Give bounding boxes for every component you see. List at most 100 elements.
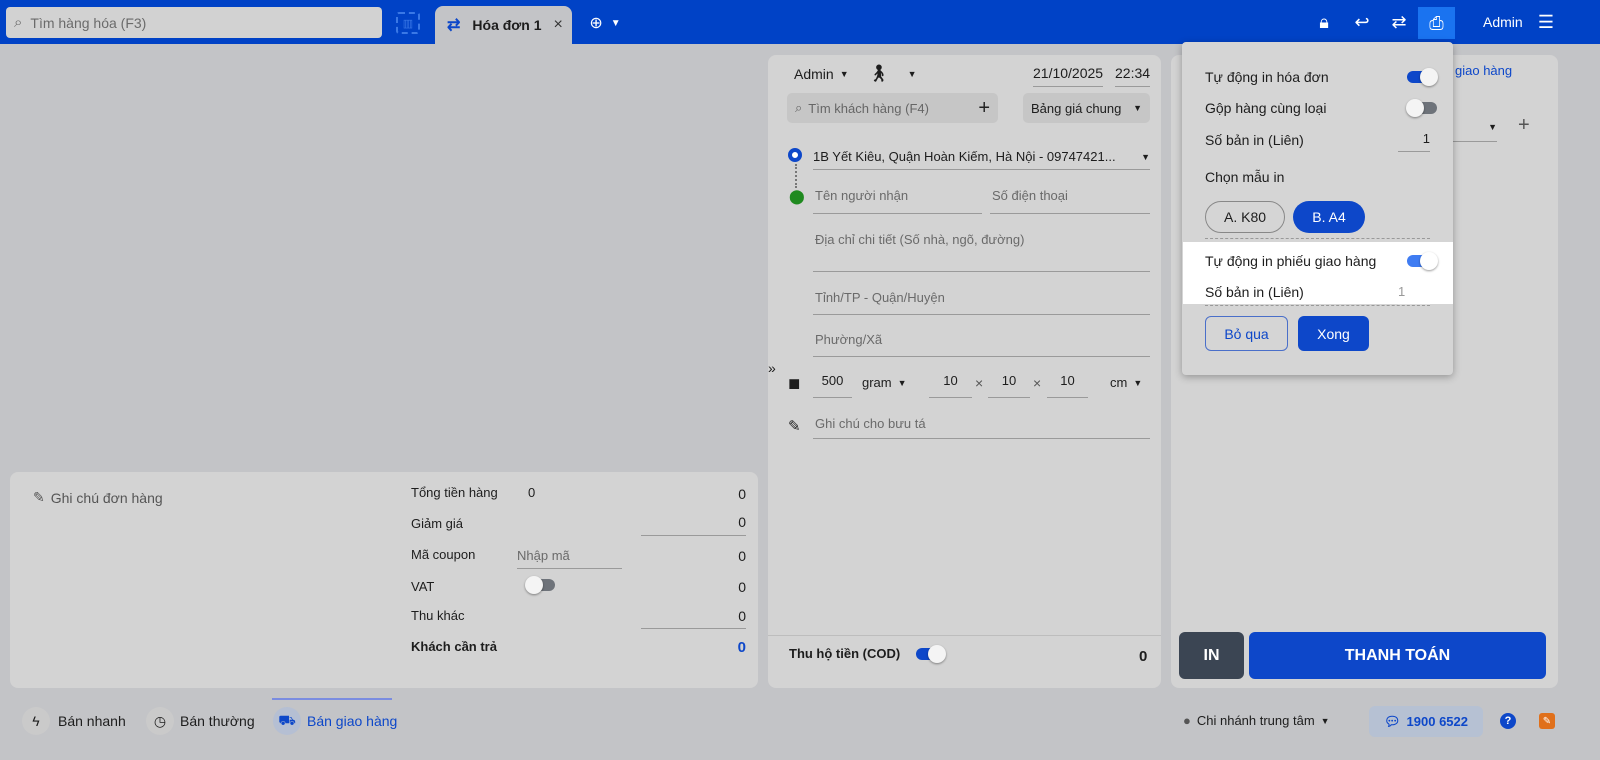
auto-print-delivery-toggle[interactable] [1407, 252, 1438, 270]
chevron-down-icon: ▼ [1133, 377, 1143, 388]
origin-dot-icon [788, 148, 802, 162]
time-field[interactable]: 22:34 [1115, 65, 1151, 87]
add-tab-button[interactable]: ⊕ ▼ [585, 12, 625, 34]
vat-toggle[interactable] [525, 576, 555, 594]
chevron-down-icon: ▼ [1320, 715, 1330, 726]
search-icon: ⌕ [795, 100, 803, 115]
clock-icon: ◷ [146, 707, 174, 735]
price-list-select[interactable]: Bảng giá chung ▼ [1023, 93, 1150, 123]
bag-icon[interactable]: 🔒︎ [1312, 10, 1336, 34]
auto-print-delivery-label: Tự động in phiếu giao hàng [1205, 253, 1377, 269]
vat-value: 0 [738, 579, 746, 595]
tab-invoice-1[interactable]: ⇄ Hóa đơn 1 × [435, 6, 572, 44]
discount-label: Giảm giá [411, 516, 464, 531]
courier-note-input[interactable]: Ghi chú cho bưu tá [813, 416, 1150, 439]
lightning-icon: ϟ [22, 707, 50, 735]
chevron-down-icon: ▼ [610, 17, 621, 29]
barcode-scan-icon[interactable]: ▥ [396, 12, 420, 34]
delivery-copies-label: Số bản in (Liên) [1205, 284, 1304, 300]
delivery-copies-input[interactable]: 1 [1398, 284, 1430, 305]
width-input[interactable]: 10 [988, 373, 1030, 398]
map-pin-icon: ⬤ [789, 188, 805, 204]
vat-label: VAT [411, 579, 435, 594]
product-search-input[interactable]: ⌕ Tìm hàng hóa (F3) [6, 7, 382, 38]
cod-value: 0 [1139, 648, 1148, 665]
other-fee-label: Thu khác [411, 608, 465, 623]
route-line [795, 164, 797, 188]
search-icon: ⌕ [14, 14, 23, 31]
cancel-button[interactable]: Bỏ qua [1205, 316, 1288, 351]
delivery-sale-button[interactable]: ⛟ Bán giao hàng [273, 707, 397, 735]
delivery-partner-link[interactable]: giao hàng [1455, 63, 1512, 78]
times-sign: × [975, 375, 984, 391]
pencil-icon: ✎ [33, 489, 45, 505]
sender-address-select[interactable]: 1B Yết Kiêu, Quận Hoàn Kiếm, Hà Nội - 09… [813, 144, 1150, 170]
height-input[interactable]: 10 [1047, 373, 1088, 398]
add-partner-icon[interactable]: + [1518, 114, 1530, 137]
sale-channel-select[interactable]: 🚶︎ ▼ [868, 64, 917, 84]
chat-icon: 💬︎ [1384, 713, 1401, 729]
branch-select[interactable]: ● Chi nhánh trung tâm ▼ [1183, 713, 1330, 728]
customer-search-input[interactable]: ⌕ Tìm khách hàng (F4) + [787, 93, 998, 123]
recipient-name-input[interactable]: Tên người nhận [813, 188, 982, 214]
print-icon[interactable]: ⎙ [1418, 7, 1455, 39]
quick-sale-button[interactable]: ϟ Bán nhanh [22, 707, 126, 735]
weight-input[interactable]: 500 [813, 373, 852, 398]
dimension-unit-select[interactable]: cm ▼ [1110, 375, 1142, 390]
ward-input[interactable]: Phường/Xã [813, 332, 1150, 357]
chevron-down-icon: ▼ [897, 377, 907, 388]
amount-due-value: 0 [737, 639, 746, 656]
province-input[interactable]: Tỉnh/TP - Quận/Huyện [813, 290, 1150, 315]
date-field[interactable]: 21/10/2025 [1033, 65, 1104, 87]
merge-items-toggle[interactable] [1406, 99, 1437, 117]
print-button[interactable]: IN [1179, 632, 1244, 679]
cod-toggle[interactable] [916, 645, 946, 663]
help-icon[interactable]: ? [1500, 713, 1516, 729]
weight-unit-select[interactable]: gram ▼ [862, 375, 907, 390]
hotline-button[interactable]: 💬︎ 1900 6522 [1369, 706, 1483, 737]
other-fee-input[interactable]: 0 [641, 608, 746, 629]
partner-select[interactable]: ▼ [1453, 116, 1497, 142]
feedback-icon[interactable]: ✎ [1539, 713, 1555, 729]
edit-note-icon: ✎ [788, 418, 801, 435]
checkout-button[interactable]: THANH TOÁN [1249, 632, 1546, 679]
copies-input[interactable]: 1 [1398, 131, 1430, 152]
coupon-value: 0 [738, 548, 746, 564]
add-customer-icon[interactable]: + [978, 97, 990, 120]
divider [1205, 305, 1430, 306]
undo-icon[interactable]: ↩ [1350, 10, 1374, 34]
auto-print-invoice-toggle[interactable] [1407, 68, 1438, 86]
user-menu[interactable]: Admin [1483, 14, 1523, 30]
merge-items-label: Gộp hàng cùng loại [1205, 100, 1327, 116]
phone-input[interactable]: Số điện thoại [990, 188, 1150, 214]
sync-icon[interactable]: ⇄ [1387, 10, 1411, 34]
address-detail-input[interactable]: Địa chỉ chi tiết (Số nhà, ngõ, đường) [813, 232, 1150, 272]
template-a4-button[interactable]: B. A4 [1293, 201, 1365, 233]
template-k80-button[interactable]: A. K80 [1205, 201, 1285, 233]
seller-select[interactable]: Admin ▼ [794, 66, 849, 82]
order-note-button[interactable]: ✎ Ghi chú đơn hàng [33, 489, 163, 506]
total-value: 0 [738, 486, 746, 502]
chevron-down-icon: ▼ [839, 69, 849, 79]
divider [768, 635, 1161, 636]
chevron-down-icon: ▼ [1133, 103, 1142, 113]
coupon-input[interactable]: Nhập mã [517, 548, 622, 569]
normal-sale-button[interactable]: ◷ Bán thường [146, 707, 255, 735]
amount-due-label: Khách cần trả [411, 639, 497, 654]
cod-label: Thu hộ tiền (COD) [789, 646, 901, 661]
close-tab-icon[interactable]: × [553, 16, 562, 34]
discount-input[interactable]: 0 [641, 514, 746, 536]
swap-icon: ⇄ [447, 17, 461, 34]
walking-icon: 🚶︎ [868, 64, 890, 83]
total-count: 0 [528, 485, 536, 500]
print-settings-popup: Tự động in hóa đơn Gộp hàng cùng loại Số… [1182, 42, 1453, 375]
auto-print-invoice-label: Tự động in hóa đơn [1205, 69, 1329, 85]
truck-icon: ⛟ [273, 707, 301, 735]
done-button[interactable]: Xong [1298, 316, 1369, 351]
location-pin-icon: ● [1183, 713, 1191, 728]
divider [1205, 238, 1430, 239]
menu-icon[interactable]: ☰ [1535, 10, 1557, 34]
expand-icon[interactable]: » [768, 360, 776, 376]
coupon-label: Mã coupon [411, 547, 476, 562]
length-input[interactable]: 10 [929, 373, 972, 398]
